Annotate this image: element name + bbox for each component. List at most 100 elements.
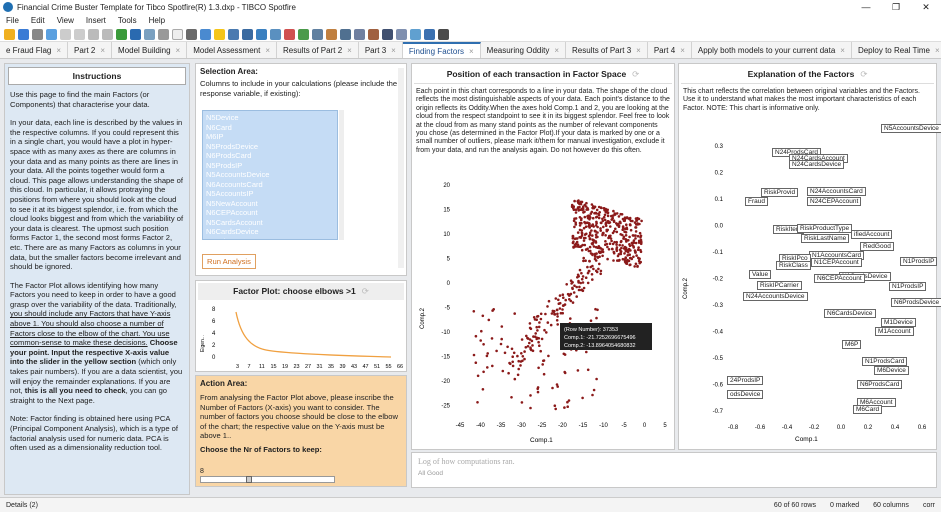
data-point[interactable] <box>612 220 616 224</box>
variable-label[interactable]: N24AccountsCard <box>807 187 866 196</box>
data-point[interactable] <box>563 406 566 409</box>
data-point[interactable] <box>595 377 598 381</box>
data-point[interactable] <box>556 323 559 326</box>
selection-scrollbar[interactable] <box>398 68 404 268</box>
data-point[interactable] <box>526 336 529 340</box>
data-point[interactable] <box>611 216 614 220</box>
data-point[interactable] <box>581 275 585 278</box>
variable-label[interactable]: N6ProdsDevice <box>891 298 941 307</box>
data-point[interactable] <box>575 295 578 298</box>
data-point[interactable] <box>586 281 590 285</box>
data-point[interactable] <box>578 285 581 289</box>
data-point[interactable] <box>538 344 541 347</box>
boxplot-icon[interactable] <box>368 28 379 40</box>
data-point[interactable] <box>511 355 514 358</box>
data-point[interactable] <box>588 259 591 263</box>
map-icon[interactable] <box>312 28 323 40</box>
data-point[interactable] <box>539 349 542 353</box>
data-point[interactable] <box>485 354 489 358</box>
data-point[interactable] <box>536 329 539 332</box>
data-point[interactable] <box>595 208 599 212</box>
data-point[interactable] <box>637 241 641 244</box>
data-point[interactable] <box>623 252 626 255</box>
data-point[interactable] <box>537 340 540 344</box>
data-point[interactable] <box>487 318 491 322</box>
run-analysis-button[interactable]: Run Analysis <box>202 254 256 269</box>
data-point[interactable] <box>572 219 576 222</box>
data-point[interactable] <box>591 206 594 210</box>
close-tab-icon[interactable]: × <box>176 46 181 55</box>
data-point[interactable] <box>623 260 627 263</box>
data-point[interactable] <box>615 247 618 251</box>
data-point[interactable] <box>638 231 642 235</box>
data-point[interactable] <box>495 349 498 353</box>
variable-label[interactable]: odsDevice <box>727 390 764 399</box>
data-point[interactable] <box>517 367 520 371</box>
data-point[interactable] <box>616 259 619 262</box>
data-point[interactable] <box>621 233 624 237</box>
data-point[interactable] <box>628 263 631 267</box>
data-point[interactable] <box>594 212 598 215</box>
data-point[interactable] <box>589 216 592 219</box>
data-point[interactable] <box>508 361 511 365</box>
data-point[interactable] <box>628 235 631 239</box>
data-point[interactable] <box>636 216 639 220</box>
data-point[interactable] <box>580 271 583 275</box>
tab-8[interactable]: Results of Part 3 × <box>566 42 648 58</box>
data-point[interactable] <box>635 254 638 257</box>
copy-icon[interactable] <box>74 28 85 40</box>
data-point[interactable] <box>580 248 584 252</box>
data-point[interactable] <box>500 337 503 341</box>
data-point[interactable] <box>606 211 610 214</box>
column-item[interactable]: N6CardsDevice <box>206 227 334 237</box>
data-point[interactable] <box>599 269 603 273</box>
data-point[interactable] <box>566 405 569 408</box>
data-point[interactable] <box>601 233 604 237</box>
data-point[interactable] <box>476 374 480 378</box>
data-point[interactable] <box>639 234 643 238</box>
close-tab-icon[interactable]: × <box>56 46 61 55</box>
factor-space-scatter[interactable]: 20 15 10 5 0 -5 -10 -15 -20 -25 -45 -40 -35 -30 -25 -20… <box>412 159 674 449</box>
data-point[interactable] <box>490 337 494 340</box>
factor-slider[interactable] <box>200 476 335 483</box>
variable-label[interactable]: N24CEPAccount <box>807 197 862 206</box>
columns-listbox[interactable]: N5Device N6Card M6IP N5ProdsDevice N6ProdsCa… <box>202 110 338 240</box>
data-point[interactable] <box>549 323 553 327</box>
data-point[interactable] <box>589 319 593 322</box>
data-point[interactable] <box>624 256 627 260</box>
data-point[interactable] <box>623 230 626 233</box>
data-point[interactable] <box>597 267 600 271</box>
data-point[interactable] <box>580 231 584 235</box>
data-point[interactable] <box>618 243 621 247</box>
maximize-button[interactable]: ❐ <box>881 2 911 13</box>
close-tab-icon[interactable]: × <box>469 47 474 56</box>
data-point[interactable] <box>536 386 540 389</box>
graphical-table-icon[interactable] <box>396 28 407 40</box>
data-point[interactable] <box>583 243 587 247</box>
data-point[interactable] <box>604 243 607 246</box>
tab-6[interactable]: Finding Factors × <box>402 42 481 58</box>
data-point[interactable] <box>578 224 582 227</box>
details-link[interactable]: Details (2) <box>6 502 38 509</box>
data-point[interactable] <box>601 254 604 258</box>
menu-view[interactable]: View <box>57 16 74 25</box>
data-point[interactable] <box>617 253 621 256</box>
data-point[interactable] <box>604 222 608 225</box>
variable-label[interactable]: RiskProvid <box>761 188 799 197</box>
data-point[interactable] <box>611 231 615 235</box>
data-point[interactable] <box>562 296 565 299</box>
data-point[interactable] <box>532 316 536 319</box>
data-point[interactable] <box>606 220 609 223</box>
variable-label[interactable]: N6ProdsCard <box>857 380 903 389</box>
variable-label[interactable]: N1ProdsCard <box>862 357 908 366</box>
data-point[interactable] <box>537 337 541 340</box>
data-point[interactable] <box>591 393 594 397</box>
data-point[interactable] <box>595 252 598 255</box>
data-point[interactable] <box>604 224 608 228</box>
variable-label[interactable]: ifiedAccount <box>851 230 893 239</box>
data-point[interactable] <box>551 386 554 390</box>
variable-label[interactable]: N5AccountsDevice <box>881 124 941 133</box>
data-point[interactable] <box>474 361 478 364</box>
data-point[interactable] <box>538 321 541 324</box>
variable-label[interactable]: N1ProdsIP <box>889 282 927 291</box>
